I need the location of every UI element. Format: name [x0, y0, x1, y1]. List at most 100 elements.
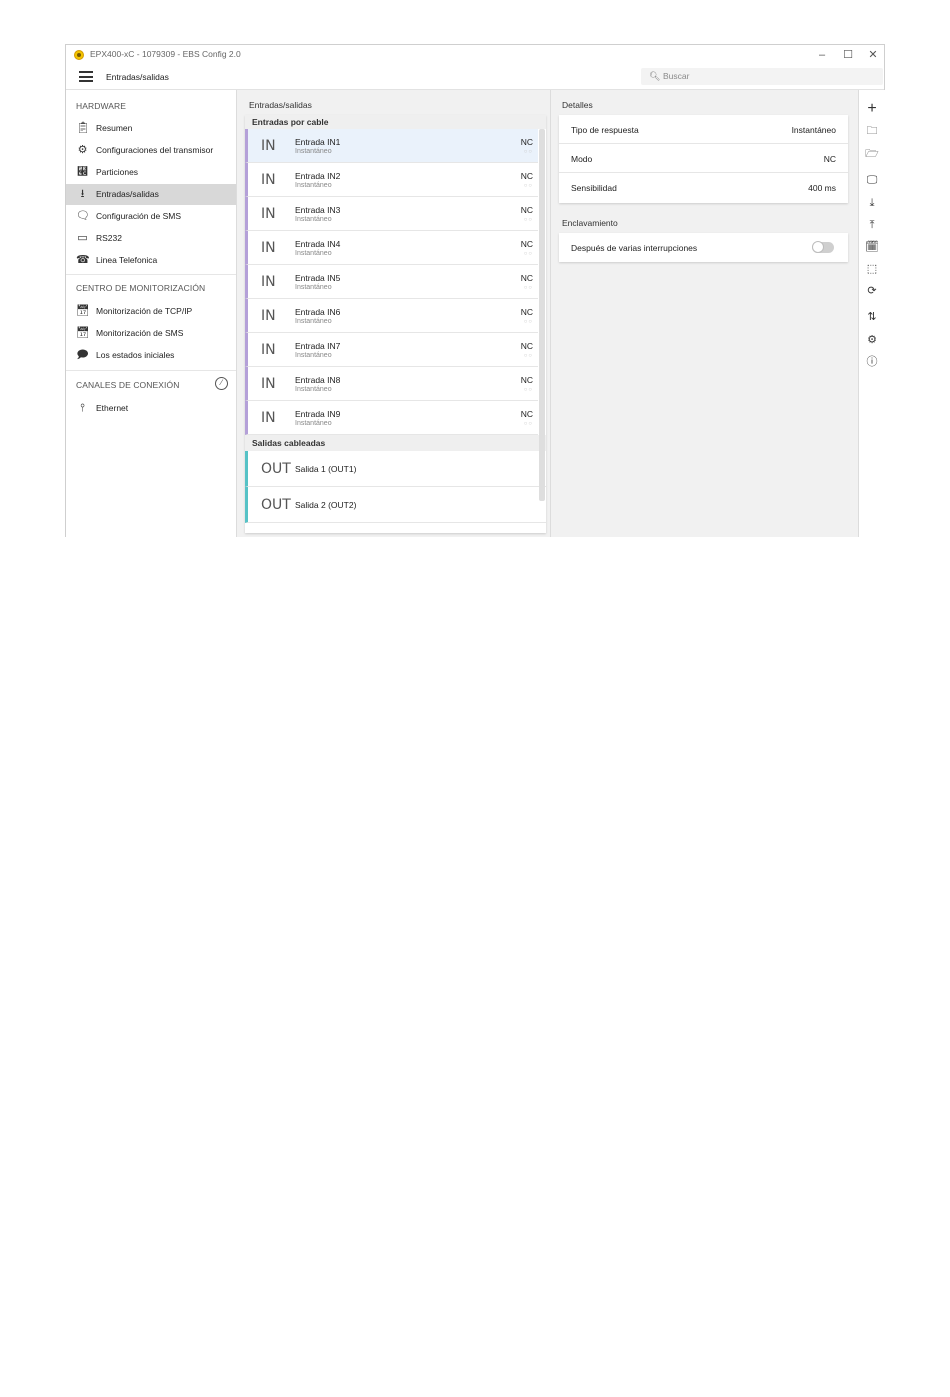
chip-icon[interactable]: ⬚: [865, 262, 879, 276]
rs232-icon: ▭: [77, 232, 88, 244]
sidebar-item-sms-monitor[interactable]: 📅︎ Monitorización de SMS: [66, 323, 236, 344]
row-type: IN: [261, 342, 276, 358]
edit-channels-button[interactable]: ∕: [215, 377, 228, 390]
row-mode: NC: [520, 409, 533, 419]
detail-row-modo[interactable]: Modo NC: [559, 144, 848, 173]
sidebar-item-label: Ethernet: [96, 403, 129, 413]
details-title: Detalles: [562, 100, 593, 110]
row-name: Salida 2 (OUT2): [295, 500, 357, 510]
input-row-9[interactable]: IN Entrada IN9 Instantáneo NC ○○: [245, 401, 538, 435]
sidebar-item-resumen[interactable]: 📋︎ Resumen: [66, 118, 236, 139]
input-row-5[interactable]: IN Entrada IN5 Instantáneo NC ○○: [245, 265, 538, 299]
row-sub: Instantáneo: [295, 284, 332, 291]
row-mode: NC: [520, 239, 533, 249]
sms-icon: 🗨︎: [76, 210, 90, 222]
list-scrollbar[interactable]: [539, 129, 545, 501]
detail-label: Modo: [571, 154, 593, 164]
row-name: Entrada IN5: [295, 273, 341, 283]
row-type: OUT: [261, 461, 291, 477]
sidebar-item-label: Monitorización de SMS: [96, 328, 184, 338]
close-button[interactable]: ✕: [861, 47, 885, 63]
search-icon: 🔍︎: [649, 71, 661, 81]
row-type: IN: [261, 138, 276, 154]
input-row-1[interactable]: IN Entrada IN1 Instantáneo NC ○○: [245, 129, 538, 163]
sidebar-item-particiones[interactable]: ⹬ Particiones: [66, 162, 236, 183]
row-sub: Instantáneo: [295, 386, 332, 393]
sidebar-item-rs232[interactable]: ▭ RS232: [66, 228, 236, 249]
output-row-1[interactable]: OUT Salida 1 (OUT1): [245, 451, 546, 487]
calendar-grid-icon[interactable]: 🗓︎: [865, 240, 879, 254]
row-mode: NC: [520, 205, 533, 215]
input-row-2[interactable]: IN Entrada IN2 Instantáneo NC ○○: [245, 163, 538, 197]
row-mode: NC: [520, 171, 533, 181]
app-window: EPX400-xC - 1079309 - EBS Config 2.0 – ☐…: [65, 44, 885, 537]
ethernet-plug-icon: ⫯: [80, 402, 85, 414]
group-header-inputs: Entradas por cable: [245, 115, 546, 129]
sidebar-item-ethernet[interactable]: ⫯ Ethernet: [66, 398, 236, 419]
sidebar-item-linea-telefonica[interactable]: ☎︎ Linea Telefonica: [66, 250, 236, 271]
row-name: Entrada IN3: [295, 205, 341, 215]
row-name: Entrada IN1: [295, 137, 341, 147]
sidebar-item-label: Monitorización de TCP/IP: [96, 306, 193, 316]
row-name: Entrada IN7: [295, 341, 341, 351]
refresh-icon[interactable]: ⟳: [865, 284, 879, 298]
row-name: Entrada IN4: [295, 239, 341, 249]
divider: [66, 274, 236, 275]
help-icon[interactable]: ⓘ: [865, 355, 879, 369]
upload-icon[interactable]: ⤒: [865, 218, 879, 232]
input-row-3[interactable]: IN Entrada IN3 Instantáneo NC ○○: [245, 197, 538, 231]
app-logo-icon: [74, 50, 84, 60]
sidebar-item-label: Configuración de SMS: [96, 211, 182, 221]
search-placeholder: Buscar: [663, 71, 690, 81]
folder-download-icon[interactable]: 🗀︎: [865, 124, 879, 138]
pane-title: Entradas/salidas: [249, 100, 312, 110]
sidebar-item-configuraciones[interactable]: ⚙︎ Configuraciones del transmisor: [66, 140, 236, 161]
sidebar-item-label: Los estados iniciales: [96, 350, 175, 360]
folder-upload-icon[interactable]: 🗁︎: [865, 147, 879, 161]
input-row-7[interactable]: IN Entrada IN7 Instantáneo NC ○○: [245, 333, 538, 367]
sidebar-item-tcpip[interactable]: 📅︎ Monitorización de TCP/IP: [66, 301, 236, 322]
plus-icon[interactable]: +: [865, 101, 879, 117]
input-row-4[interactable]: IN Entrada IN4 Instantáneo NC ○○: [245, 231, 538, 265]
row-mode: NC: [520, 307, 533, 317]
detail-row-tipo-respuesta[interactable]: Tipo de respuesta Instantáneo: [559, 115, 848, 144]
output-row-2[interactable]: OUT Salida 2 (OUT2): [245, 487, 546, 523]
detail-value: 400 ms: [808, 183, 836, 193]
details-pane: Detalles Tipo de respuesta Instantáneo M…: [551, 90, 858, 537]
maximize-button[interactable]: ☐: [836, 47, 860, 63]
minimize-button[interactable]: –: [810, 47, 834, 63]
status-dots: ○○: [523, 217, 533, 223]
status-dots: ○○: [523, 183, 533, 189]
hamburger-menu-icon[interactable]: [79, 71, 93, 82]
sidebar-item-label: Resumen: [96, 123, 133, 133]
detail-value: NC: [823, 154, 836, 164]
input-row-6[interactable]: IN Entrada IN6 Instantáneo NC ○○: [245, 299, 538, 333]
io-pane: Entradas/salidas Entradas por cable IN E…: [237, 90, 551, 537]
latch-toggle[interactable]: [812, 241, 834, 253]
input-row-8[interactable]: IN Entrada IN8 Instantáneo NC ○○: [245, 367, 538, 401]
sidebar-item-label: Entradas/salidas: [96, 189, 159, 199]
row-sub: Instantáneo: [295, 182, 332, 189]
row-type: IN: [261, 410, 276, 426]
monitor-icon[interactable]: 🖵︎: [865, 173, 879, 187]
sidebar-item-label: Configuraciones del transmisor: [96, 145, 214, 155]
section-title-channels: CANALES DE CONEXIÓN: [76, 380, 180, 390]
section-title-hardware: HARDWARE: [76, 101, 127, 111]
download-icon[interactable]: ⤓: [865, 196, 879, 210]
sidebar-item-estados-iniciales[interactable]: 🗩︎ Los estados iniciales: [66, 345, 236, 366]
gear-icon[interactable]: ⚙︎: [865, 333, 879, 347]
sidebar-item-entradas-salidas[interactable]: ⭳ Entradas/salidas: [66, 184, 236, 205]
phone-icon: ☎︎: [76, 254, 90, 266]
row-name: Salida 1 (OUT1): [295, 464, 357, 474]
transfer-icon[interactable]: ⇅: [865, 310, 879, 324]
sidebar-item-label: RS232: [96, 233, 122, 243]
row-mode: NC: [520, 341, 533, 351]
search-input[interactable]: 🔍︎ Buscar: [641, 68, 883, 85]
row-mode: NC: [520, 137, 533, 147]
io-list: Entradas por cable IN Entrada IN1 Instan…: [245, 115, 546, 533]
sidebar-item-sms[interactable]: 🗨︎ Configuración de SMS: [66, 206, 236, 227]
detail-row-sensibilidad[interactable]: Sensibilidad 400 ms: [559, 173, 848, 202]
row-type: IN: [261, 376, 276, 392]
row-sub: Instantáneo: [295, 216, 332, 223]
row-sub: Instantáneo: [295, 148, 332, 155]
